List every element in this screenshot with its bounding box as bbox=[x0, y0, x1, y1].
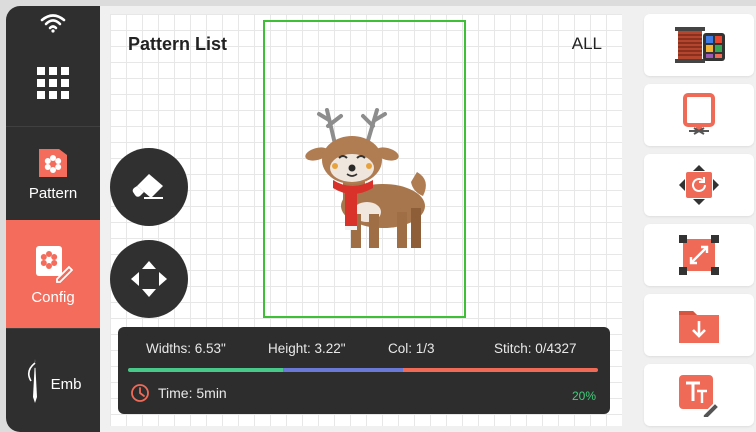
progress-segment-2 bbox=[283, 368, 403, 372]
right-toolbar bbox=[632, 6, 756, 432]
eraser-button[interactable] bbox=[110, 148, 188, 226]
page-title: Pattern List bbox=[128, 34, 228, 54]
thread-color-icon bbox=[675, 27, 725, 63]
time-label: Time: 5min bbox=[158, 385, 227, 401]
progress-segment-1 bbox=[128, 368, 284, 372]
text-edit-button[interactable] bbox=[644, 364, 754, 426]
folder-download-icon bbox=[679, 311, 719, 343]
sidebar-item-label: Pattern bbox=[28, 185, 78, 202]
rotate-icon bbox=[679, 165, 719, 205]
sidebar-item-emb[interactable]: Emb bbox=[6, 328, 100, 432]
device-screen: Pattern Config Emb Pattern List ALL Widt… bbox=[6, 6, 756, 432]
move-button[interactable] bbox=[110, 240, 188, 318]
reindeer-pattern-image bbox=[305, 108, 426, 248]
filter-all-button[interactable]: ALL bbox=[572, 34, 602, 54]
rotate-button[interactable] bbox=[644, 154, 754, 216]
needle-thread-icon bbox=[27, 358, 37, 403]
sidebar-item-label: Emb bbox=[50, 376, 82, 393]
text-edit-icon bbox=[679, 375, 721, 417]
stitch-count-readout: Stitch: 0/4327 bbox=[494, 341, 577, 356]
thread-color-button[interactable] bbox=[644, 14, 754, 76]
hoop-icon bbox=[683, 93, 715, 135]
folder-download-button[interactable] bbox=[644, 294, 754, 356]
height-readout: Height: 3.22" bbox=[268, 341, 346, 356]
progress-segment-3 bbox=[402, 368, 598, 372]
wifi-icon bbox=[6, 6, 100, 40]
width-readout: Widths: 6.53" bbox=[146, 341, 226, 356]
sidebar-item-pattern[interactable]: Pattern bbox=[6, 126, 100, 220]
resize-icon bbox=[679, 235, 719, 275]
eraser-icon bbox=[132, 174, 163, 199]
resize-button[interactable] bbox=[644, 224, 754, 286]
clock-icon bbox=[131, 384, 149, 402]
sidebar-item-config[interactable]: Config bbox=[6, 220, 100, 328]
time-readout: Time: 5min bbox=[130, 383, 227, 403]
color-progress-bar bbox=[128, 368, 598, 372]
stitch-info-panel: Widths: 6.53" Height: 3.22" Col: 1/3 Sti… bbox=[118, 327, 610, 414]
move-arrows-icon bbox=[131, 261, 167, 297]
hoop-frame[interactable] bbox=[263, 20, 466, 318]
sidebar-item-label: Config bbox=[31, 288, 75, 306]
pattern-canvas[interactable]: Pattern List ALL Widths: 6.53" Height: 3… bbox=[110, 14, 622, 426]
left-sidebar: Pattern Config Emb bbox=[6, 6, 100, 432]
progress-percent: 20% bbox=[571, 389, 596, 403]
flower-edit-icon bbox=[36, 245, 73, 283]
sidebar-item-home[interactable] bbox=[6, 40, 100, 126]
hoop-button[interactable] bbox=[644, 84, 754, 146]
apps-grid-icon bbox=[37, 67, 69, 99]
flower-card-icon bbox=[39, 149, 67, 177]
color-count-readout: Col: 1/3 bbox=[388, 341, 435, 356]
